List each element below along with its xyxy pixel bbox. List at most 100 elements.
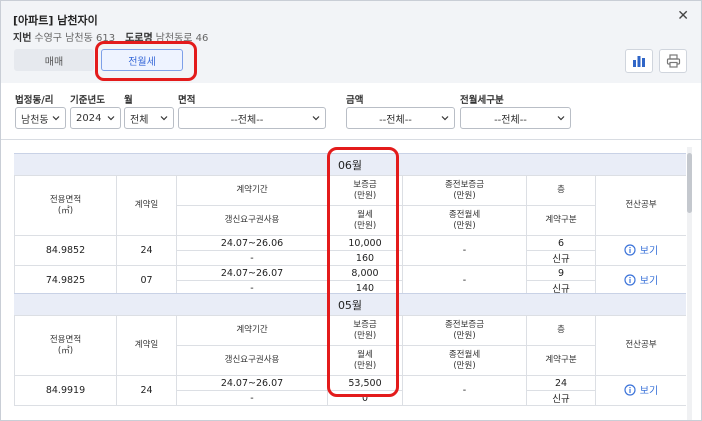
dong-select-value: 남천동 bbox=[21, 114, 49, 126]
cell-contract-type: 신규 bbox=[526, 390, 596, 406]
filter-label-amount: 금액 bbox=[346, 95, 364, 106]
month-select[interactable]: 전체 bbox=[124, 107, 174, 129]
filter-label-area: 면적 bbox=[178, 95, 196, 106]
transaction-table-area: 06월 전용면적 (㎡) 계약일 계약기간 보증금 (만원) 종전보증금 (만원… bbox=[14, 147, 686, 420]
rent-type-select-value: --전체-- bbox=[494, 114, 527, 126]
col-header-deposit: 보증금 (만원) bbox=[327, 175, 403, 206]
printer-icon bbox=[666, 54, 680, 68]
chevron-down-icon bbox=[52, 116, 60, 121]
col-header-area: 전용면적 (㎡) bbox=[14, 175, 117, 236]
cell-deposit: 8,000 bbox=[327, 265, 403, 281]
year-select[interactable]: 2024 bbox=[70, 107, 121, 129]
cell-registry: 보기 bbox=[595, 265, 686, 296]
amount-select-value: --전체-- bbox=[379, 114, 412, 126]
col-header-period: 계약기간 bbox=[176, 175, 328, 206]
view-link[interactable]: 보기 bbox=[624, 242, 658, 257]
area-select-value: --전체-- bbox=[230, 114, 264, 126]
col-header-renewal: 갱신요구권사용 bbox=[176, 345, 328, 376]
month-header: 06월 bbox=[14, 153, 686, 175]
cell-period: 24.07~26.07 bbox=[176, 375, 328, 391]
month-label: 06월 bbox=[337, 158, 363, 172]
cell-area: 84.9852 bbox=[14, 235, 117, 266]
view-label: 보기 bbox=[639, 246, 659, 258]
table-row: 74.9825 07 24.07~26.07 8,000 - 9 보기 bbox=[14, 265, 686, 296]
col-header-prev-monthly: 종전월세 (만원) bbox=[402, 345, 527, 376]
cell-area: 74.9825 bbox=[14, 265, 117, 296]
month-table: 전용면적 (㎡) 계약일 계약기간 보증금 (만원) 종전보증금 (만원) 층 … bbox=[14, 175, 686, 296]
page-title: [아파트] 남천자이 bbox=[13, 14, 98, 27]
area-select[interactable]: --전체-- bbox=[178, 107, 326, 129]
col-header-floor: 층 bbox=[526, 175, 596, 206]
tab-sale[interactable]: 매매 bbox=[14, 49, 94, 71]
cell-period: 24.07~26.06 bbox=[176, 235, 328, 251]
chart-button[interactable] bbox=[625, 49, 653, 73]
col-header-contract-type: 계약구분 bbox=[526, 205, 596, 236]
cell-period: 24.07~26.07 bbox=[176, 265, 328, 281]
col-header-deposit: 보증금 (만원) bbox=[327, 315, 403, 346]
cell-prev-deposit: - bbox=[402, 235, 527, 266]
cell-floor: 9 bbox=[526, 265, 596, 281]
table-row: 84.9919 24 24.07~26.07 53,500 - 24 보기 bbox=[14, 375, 686, 406]
scroll-thumb[interactable] bbox=[687, 153, 692, 213]
chevron-down-icon bbox=[160, 116, 168, 121]
cell-deposit: 10,000 bbox=[327, 235, 403, 251]
cell-day: 24 bbox=[116, 235, 177, 266]
col-header-monthly: 월세 (만원) bbox=[327, 345, 403, 376]
info-circle-icon bbox=[624, 244, 636, 256]
col-header-registry: 전산공부 bbox=[595, 175, 686, 236]
month-table: 전용면적 (㎡) 계약일 계약기간 보증금 (만원) 종전보증금 (만원) 층 … bbox=[14, 315, 686, 406]
cell-registry: 보기 bbox=[595, 235, 686, 266]
filter-label-year: 기준년도 bbox=[70, 95, 105, 106]
chevron-down-icon bbox=[107, 116, 115, 121]
view-label: 보기 bbox=[639, 386, 659, 398]
cell-prev-deposit: - bbox=[402, 375, 527, 406]
col-header-area: 전용면적 (㎡) bbox=[14, 315, 117, 376]
rent-type-select[interactable]: --전체-- bbox=[460, 107, 571, 129]
print-button[interactable] bbox=[659, 49, 687, 73]
cell-renewal: - bbox=[176, 390, 328, 406]
info-circle-icon bbox=[624, 274, 636, 286]
col-header-registry: 전산공부 bbox=[595, 315, 686, 376]
chevron-down-icon bbox=[557, 116, 565, 121]
cell-monthly: 160 bbox=[327, 250, 403, 266]
cell-monthly: 0 bbox=[327, 390, 403, 406]
highlight-annotation-tab bbox=[95, 41, 197, 81]
close-icon[interactable]: ✕ bbox=[677, 9, 689, 23]
month-select-value: 전체 bbox=[130, 114, 149, 126]
col-header-floor: 층 bbox=[526, 315, 596, 346]
cell-prev-deposit: - bbox=[402, 265, 527, 296]
dong-select[interactable]: 남천동 bbox=[15, 107, 66, 129]
table-scrollbar[interactable] bbox=[687, 147, 692, 420]
cell-renewal: - bbox=[176, 250, 328, 266]
view-link[interactable]: 보기 bbox=[624, 272, 658, 287]
view-label: 보기 bbox=[639, 276, 659, 288]
col-header-prev-deposit: 종전보증금 (만원) bbox=[402, 175, 527, 206]
cell-floor: 24 bbox=[526, 375, 596, 391]
filter-label-month: 월 bbox=[124, 95, 133, 106]
col-header-day: 계약일 bbox=[116, 175, 177, 236]
filter-label-dong: 법정동/리 bbox=[15, 95, 54, 106]
info-circle-icon bbox=[624, 384, 636, 396]
view-link[interactable]: 보기 bbox=[624, 382, 658, 397]
year-select-value: 2024 bbox=[76, 112, 102, 124]
bar-chart-icon bbox=[633, 56, 645, 67]
divider bbox=[1, 139, 701, 140]
cell-floor: 6 bbox=[526, 235, 596, 251]
month-header: 05월 bbox=[14, 293, 686, 315]
jibun-label: 지번 bbox=[13, 33, 32, 44]
amount-select[interactable]: --전체-- bbox=[346, 107, 455, 129]
cell-contract-type: 신규 bbox=[526, 250, 596, 266]
col-header-prev-monthly: 종전월세 (만원) bbox=[402, 205, 527, 236]
col-header-prev-deposit: 종전보증금 (만원) bbox=[402, 315, 527, 346]
cell-registry: 보기 bbox=[595, 375, 686, 406]
table-row: 84.9852 24 24.07~26.06 10,000 - 6 보기 bbox=[14, 235, 686, 266]
cell-deposit: 53,500 bbox=[327, 375, 403, 391]
header: [아파트] 남천자이 지번 수영구 남천동 613 도로명 남천동로 46 ✕ 매매 … bbox=[1, 1, 701, 83]
cell-day: 24 bbox=[116, 375, 177, 406]
col-header-renewal: 갱신요구권사용 bbox=[176, 205, 328, 236]
cell-area: 84.9919 bbox=[14, 375, 117, 406]
col-header-monthly: 월세 (만원) bbox=[327, 205, 403, 236]
detail-window: [아파트] 남천자이 지번 수영구 남천동 613 도로명 남천동로 46 ✕ 매매 … bbox=[0, 0, 702, 421]
chevron-down-icon bbox=[441, 116, 449, 121]
filter-label-rent-type: 전월세구분 bbox=[460, 95, 504, 106]
